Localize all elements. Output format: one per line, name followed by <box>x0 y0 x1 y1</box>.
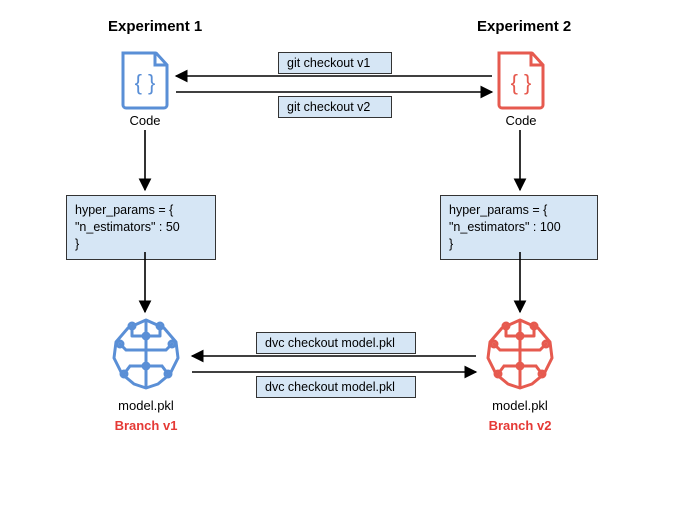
code-line: } <box>449 236 589 253</box>
model-label-2: model.pkl <box>480 398 560 413</box>
model-brain-icon <box>480 314 560 394</box>
model-label-1: model.pkl <box>106 398 186 413</box>
code-line: "n_estimators" : 100 <box>449 219 589 236</box>
experiment2-title: Experiment 2 <box>477 18 571 35</box>
code-label-1: Code <box>108 113 182 128</box>
code-label-2: Code <box>484 113 558 128</box>
hyperparams-box-1: hyper_params = { "n_estimators" : 50 } <box>66 195 216 260</box>
hyperparams-box-2: hyper_params = { "n_estimators" : 100 } <box>440 195 598 260</box>
experiment1-title: Experiment 1 <box>108 18 202 35</box>
code-file-icon: { } <box>496 50 546 110</box>
dvc-checkout-top-cmd: dvc checkout model.pkl <box>256 332 416 354</box>
model-brain-icon <box>106 314 186 394</box>
dvc-checkout-bot-cmd: dvc checkout model.pkl <box>256 376 416 398</box>
code-line: hyper_params = { <box>75 202 207 219</box>
code-file-icon: { } <box>120 50 170 110</box>
code-line: } <box>75 236 207 253</box>
svg-text:{ }: { } <box>511 70 532 95</box>
branch-label-1: Branch v1 <box>106 418 186 433</box>
git-checkout-v2-cmd: git checkout v2 <box>278 96 392 118</box>
code-line: hyper_params = { <box>449 202 589 219</box>
code-line: "n_estimators" : 50 <box>75 219 207 236</box>
git-checkout-v1-cmd: git checkout v1 <box>278 52 392 74</box>
branch-label-2: Branch v2 <box>480 418 560 433</box>
svg-text:{ }: { } <box>135 70 156 95</box>
